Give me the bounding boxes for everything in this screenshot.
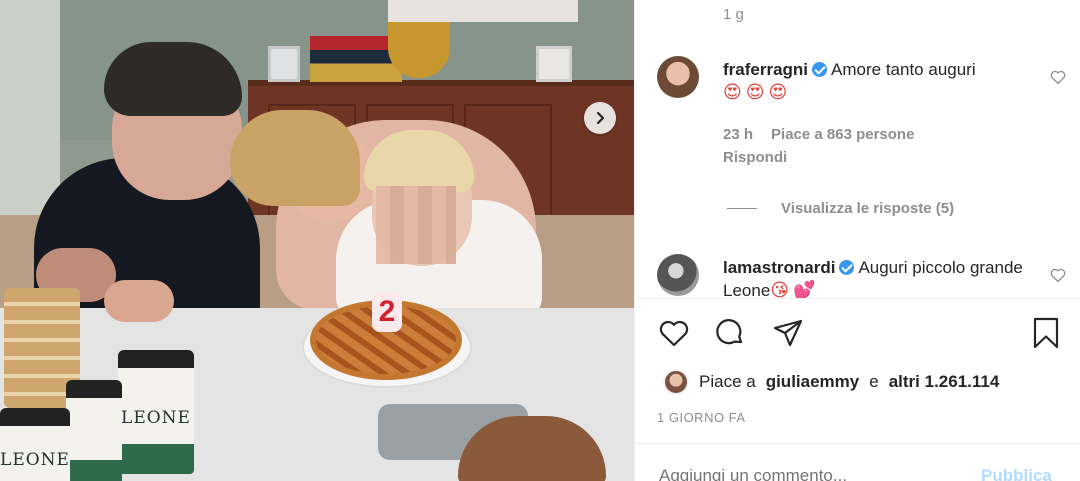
photo-can: LEONE: [118, 350, 194, 474]
section-divider: [635, 298, 1080, 299]
chevron-right-icon: [596, 111, 605, 125]
avatar[interactable]: [657, 254, 699, 296]
photo-can-label: LEONE: [121, 408, 191, 428]
comment-meta: 23 h Piace a 863 persone: [723, 126, 932, 143]
like-comment-heart-icon[interactable]: [1049, 266, 1067, 284]
comment-item: lamastronardi Auguri piccolo grande Leone…: [657, 254, 1067, 298]
publish-button[interactable]: Pubblica: [981, 466, 1052, 481]
liker-username[interactable]: giuliaemmy: [766, 372, 860, 392]
blurred-face: [376, 186, 456, 264]
next-photo-button[interactable]: [584, 102, 616, 134]
comment-username[interactable]: fraferragni: [723, 60, 808, 79]
liker-avatar[interactable]: [663, 369, 689, 395]
like-comment-heart-icon[interactable]: [1049, 68, 1067, 86]
likes-conjunction: e: [869, 372, 879, 391]
share-button[interactable]: [771, 316, 805, 350]
view-replies-label: Visualizza le risposte (5): [781, 200, 955, 217]
previous-comment-time: 1 g: [723, 6, 744, 23]
replies-divider-line: [727, 208, 757, 209]
post-actions-bar: [657, 316, 1063, 350]
reply-button[interactable]: Rispondi: [723, 149, 787, 166]
send-paper-plane-icon: [773, 319, 803, 347]
comment-username[interactable]: lamastronardi: [723, 258, 835, 277]
view-replies-button[interactable]: Visualizza le risposte (5): [727, 200, 954, 217]
photo-can: [66, 380, 122, 481]
person-woman-hair: [230, 110, 360, 206]
comment-input[interactable]: [659, 466, 959, 481]
verified-badge-icon: [839, 260, 855, 275]
bookmark-icon: [1033, 317, 1059, 349]
post-photo[interactable]: 2 LEONE LEONE: [0, 0, 634, 481]
photo-window: [0, 0, 60, 215]
person-man-hand: [104, 280, 174, 322]
comment-button[interactable]: [713, 316, 747, 350]
person-man-hair: [104, 42, 242, 116]
comment-emoji: 😍😍😍: [723, 82, 792, 103]
likes-summary: Piace a giuliaemmy e altri 1.261.114: [663, 368, 999, 396]
photo-frame: [536, 46, 572, 82]
comment-time: 23 h: [723, 126, 754, 143]
comment-text: Amore tanto auguri: [831, 60, 976, 79]
comment-likes-count[interactable]: Piace a 863 persone: [771, 126, 914, 143]
comments-list[interactable]: 1 g fraferragni Amore tanto auguri 😍😍😍 23…: [635, 0, 1080, 298]
heart-icon: [659, 320, 689, 347]
photo-can-leaves: [66, 460, 122, 481]
post-side-panel: 1 g fraferragni Amore tanto auguri 😍😍😍 23…: [634, 0, 1080, 481]
likes-others-count[interactable]: altri 1.261.114: [889, 372, 1000, 392]
photo-candle: 2: [372, 292, 402, 332]
comment-bubble-icon: [716, 319, 743, 345]
photo-can-label: LEONE: [0, 450, 70, 470]
photo-frame: [268, 46, 300, 82]
save-button[interactable]: [1029, 316, 1063, 350]
comment-body: fraferragni Amore tanto auguri 😍😍😍: [723, 58, 1023, 104]
photo-can: LEONE: [0, 408, 70, 481]
comment-emoji: 😘💕: [770, 280, 820, 298]
comment-item: fraferragni Amore tanto auguri 😍😍😍 23 h Pi…: [657, 56, 1067, 206]
add-comment-form: Pubblica: [635, 443, 1080, 481]
comment-body: lamastronardi Auguri piccolo grande Leone…: [723, 256, 1023, 298]
verified-badge-icon: [812, 62, 828, 77]
likes-prefix: Piace a: [699, 372, 756, 391]
like-button[interactable]: [657, 316, 691, 350]
avatar[interactable]: [657, 56, 699, 98]
photo-can-leaves: [118, 444, 194, 474]
post-date[interactable]: 1 GIORNO FA: [657, 410, 746, 425]
